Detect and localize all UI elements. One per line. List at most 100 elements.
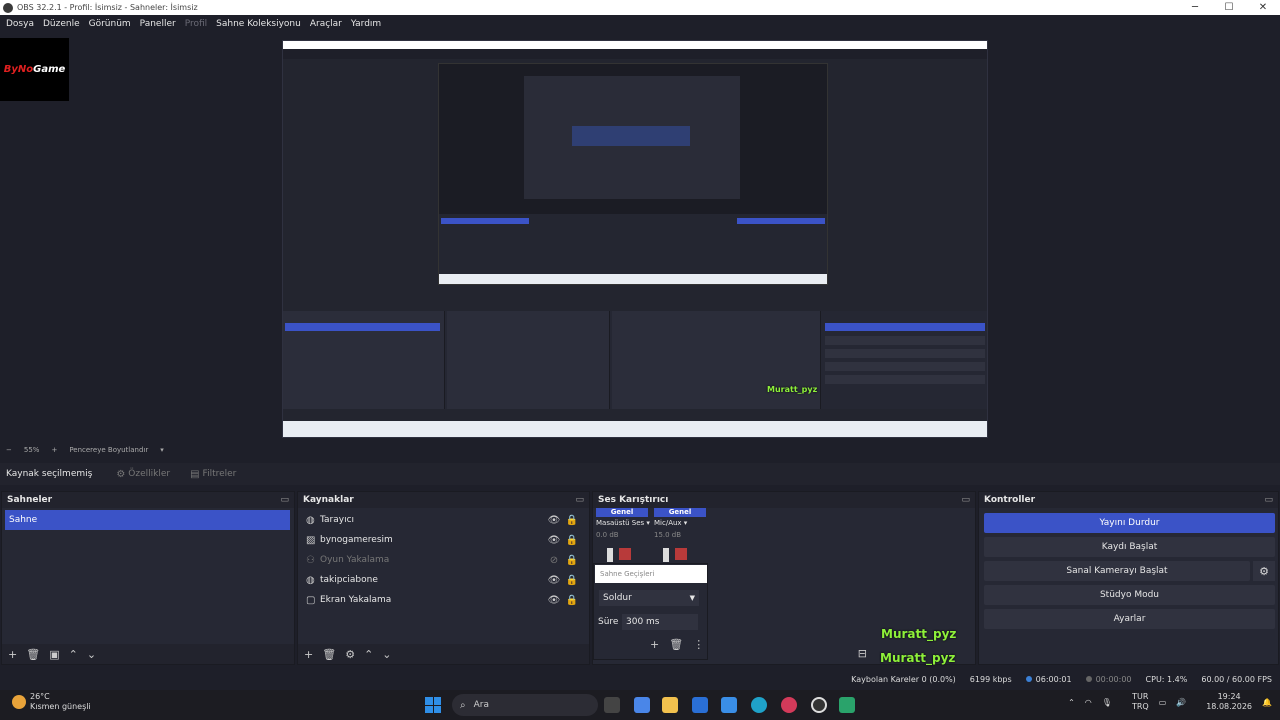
fit-to-window-label[interactable]: Pencereye Boyutlandır bbox=[69, 446, 148, 454]
tray-overflow-icon[interactable]: ⌃ bbox=[1068, 698, 1075, 707]
dock-float-icon[interactable]: ▭ bbox=[1264, 495, 1273, 505]
opera-icon[interactable] bbox=[781, 697, 797, 713]
bitrate: 6199 kbps bbox=[969, 674, 1012, 684]
mixer-channel-name[interactable]: Mic/Aux ▾ bbox=[654, 519, 706, 527]
obs-taskbar-icon[interactable] bbox=[811, 697, 827, 713]
source-item[interactable]: ▢ Ekran Yakalama 👁 🔒 bbox=[298, 590, 589, 610]
move-down-button[interactable]: ⌄ bbox=[382, 648, 391, 661]
close-button[interactable]: ✕ bbox=[1246, 0, 1280, 15]
menu-file[interactable]: Dosya bbox=[6, 19, 34, 29]
mixer-layout-icon[interactable]: ⊟ bbox=[858, 647, 867, 660]
menu-scene-collection[interactable]: Sahne Koleksiyonu bbox=[216, 19, 301, 29]
source-properties-button[interactable]: ⚙ bbox=[345, 648, 355, 661]
copilot-icon[interactable] bbox=[634, 697, 650, 713]
source-item[interactable]: ◍ takipciabone 👁 🔒 bbox=[298, 570, 589, 590]
lock-icon[interactable]: 🔒 bbox=[563, 595, 581, 606]
transition-menu-button[interactable]: ⋮ bbox=[693, 638, 704, 651]
dock-float-icon[interactable]: ▭ bbox=[280, 495, 289, 505]
taskbar-search[interactable]: ⌕ Ara bbox=[452, 694, 598, 716]
dock-float-icon[interactable]: ▭ bbox=[961, 495, 970, 505]
filters-button[interactable]: ▤ Filtreler bbox=[190, 469, 236, 480]
mail-icon[interactable] bbox=[721, 697, 737, 713]
menu-edit[interactable]: Düzenle bbox=[43, 19, 80, 29]
weather-desc: Kısmen güneşli bbox=[30, 702, 91, 711]
mixer-channel-name[interactable]: Masaüstü Ses ▾ bbox=[596, 519, 650, 527]
properties-button[interactable]: ⚙ Özellikler bbox=[116, 469, 170, 480]
transition-select[interactable]: Soldur ▼ bbox=[599, 590, 699, 606]
transition-selected: Soldur bbox=[603, 593, 632, 603]
display-icon[interactable]: ▭ bbox=[1159, 698, 1167, 707]
menu-view[interactable]: Görünüm bbox=[89, 19, 131, 29]
move-down-button[interactable]: ⌄ bbox=[87, 648, 96, 661]
preview-canvas[interactable]: Muratt_pyz bbox=[282, 40, 988, 438]
virtual-camera-settings-button[interactable]: ⚙ bbox=[1253, 561, 1275, 581]
lock-icon[interactable]: 🔒 bbox=[563, 515, 581, 526]
network-icon[interactable]: ◠ bbox=[1085, 698, 1092, 707]
menu-help[interactable]: Yardım bbox=[351, 19, 381, 29]
lock-icon[interactable]: 🔒 bbox=[563, 555, 581, 566]
settings-button[interactable]: Ayarlar bbox=[984, 609, 1275, 629]
notification-icon[interactable]: 🔔 bbox=[1262, 698, 1272, 707]
dock-float-icon[interactable]: ▭ bbox=[575, 495, 584, 505]
source-item[interactable]: ▨ bynogameresim 👁 🔒 bbox=[298, 530, 589, 550]
app-taskbar-icon[interactable] bbox=[839, 697, 855, 713]
add-source-button[interactable]: + bbox=[304, 648, 313, 661]
add-scene-button[interactable]: + bbox=[8, 648, 17, 661]
mixer-channel-head: Genel bbox=[654, 508, 706, 517]
eye-icon[interactable]: 👁 bbox=[545, 535, 563, 546]
menu-docks[interactable]: Paneller bbox=[140, 19, 176, 29]
eye-hidden-icon[interactable]: ⊘ bbox=[545, 555, 563, 566]
menu-profile[interactable]: Profil bbox=[185, 19, 207, 29]
move-up-button[interactable]: ⌃ bbox=[364, 648, 373, 661]
status-bar: Kaybolan Kareler 0 (0.0%) 6199 kbps 06:0… bbox=[0, 668, 1280, 690]
source-name: bynogameresim bbox=[320, 535, 393, 545]
start-record-button[interactable]: Kaydı Başlat bbox=[984, 537, 1275, 557]
language-indicator[interactable]: TUR TRQ bbox=[1122, 692, 1149, 712]
maximize-button[interactable]: ☐ bbox=[1212, 0, 1246, 15]
source-item[interactable]: ⚇ Oyun Yakalama ⊘ 🔒 bbox=[298, 550, 589, 570]
file-explorer-icon[interactable] bbox=[662, 697, 678, 713]
clock[interactable]: 19:24 18.08.2026 bbox=[1196, 692, 1252, 712]
mic-icon[interactable]: 🎙 bbox=[1102, 698, 1112, 707]
volume-slider-handle[interactable] bbox=[663, 548, 669, 562]
zoom-in-button[interactable]: + bbox=[51, 446, 57, 454]
windows-start-button[interactable] bbox=[425, 697, 441, 713]
stop-stream-button[interactable]: Yayını Durdur bbox=[984, 513, 1275, 533]
edge-icon[interactable] bbox=[751, 697, 767, 713]
remove-source-button[interactable]: 🗑 bbox=[322, 648, 336, 661]
task-view-icon[interactable] bbox=[604, 697, 620, 713]
lock-icon[interactable]: 🔒 bbox=[563, 535, 581, 546]
nested-preview bbox=[438, 63, 828, 285]
weather-temp: 26°C bbox=[30, 692, 50, 701]
eye-icon[interactable]: 👁 bbox=[545, 575, 563, 586]
lock-icon[interactable]: 🔒 bbox=[563, 575, 581, 586]
store-icon[interactable] bbox=[692, 697, 708, 713]
mixer-channel-head: Genel bbox=[596, 508, 648, 517]
move-up-button[interactable]: ⌃ bbox=[69, 648, 78, 661]
weather-widget[interactable]: 26°C Kısmen güneşli bbox=[12, 692, 91, 712]
remove-scene-button[interactable]: 🗑 bbox=[26, 648, 40, 661]
window-controls: ─ ☐ ✕ bbox=[1178, 0, 1280, 15]
source-item[interactable]: ◍ Tarayıcı 👁 🔒 bbox=[298, 510, 589, 530]
volume-slider-handle[interactable] bbox=[607, 548, 613, 562]
scene-item-sahne[interactable]: Sahne bbox=[5, 510, 290, 530]
zoom-dropdown-caret[interactable]: ▾ bbox=[160, 446, 164, 454]
filter-icon: ▤ bbox=[190, 468, 200, 480]
menu-bar: Dosya Düzenle Görünüm Paneller Profil Sa… bbox=[0, 15, 1280, 33]
add-transition-button[interactable]: + bbox=[650, 638, 659, 651]
minimize-button[interactable]: ─ bbox=[1178, 0, 1212, 15]
eye-icon[interactable]: 👁 bbox=[545, 595, 563, 606]
nested-windows-taskbar bbox=[283, 421, 987, 437]
zoom-out-button[interactable]: − bbox=[6, 446, 12, 454]
duration-input[interactable]: 300 ms bbox=[622, 614, 698, 630]
remove-transition-button[interactable]: 🗑 bbox=[669, 638, 683, 651]
sources-dock-header: Kaynaklar ▭ bbox=[298, 492, 589, 508]
eye-icon[interactable]: 👁 bbox=[545, 515, 563, 526]
menu-tools[interactable]: Araçlar bbox=[310, 19, 342, 29]
chat-overlay-name: Muratt_pyz bbox=[880, 651, 956, 665]
logo-text-b: Game bbox=[33, 64, 66, 75]
volume-icon[interactable]: 🔊 bbox=[1176, 698, 1186, 707]
studio-mode-button[interactable]: Stüdyo Modu bbox=[984, 585, 1275, 605]
scene-filters-button[interactable]: ▣ bbox=[49, 648, 59, 661]
start-virtual-camera-button[interactable]: Sanal Kamerayı Başlat bbox=[984, 561, 1250, 581]
